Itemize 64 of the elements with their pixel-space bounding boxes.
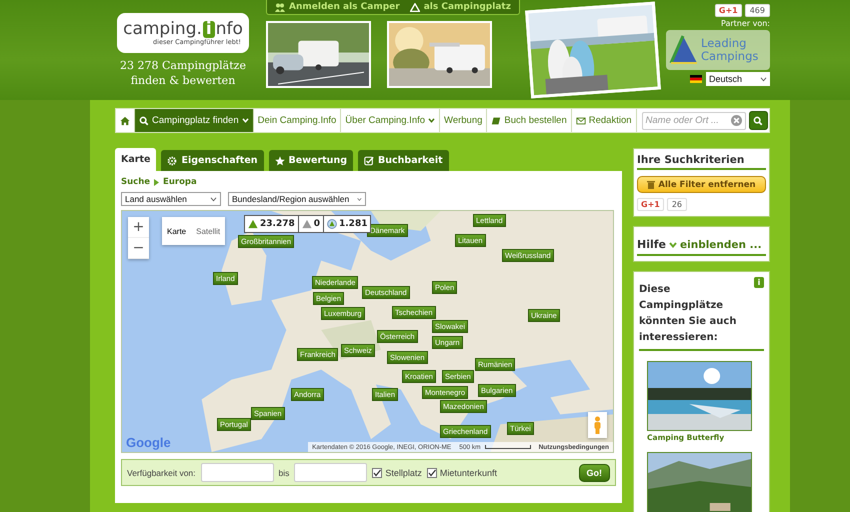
search-icon <box>139 116 149 126</box>
caret-icon <box>760 76 767 82</box>
clear-icon[interactable] <box>730 115 742 126</box>
star-icon <box>274 156 285 166</box>
nav-item[interactable]: Campingplatz finden <box>135 109 254 132</box>
separator-icon <box>154 178 160 186</box>
trash-icon <box>647 180 656 189</box>
flag-icon <box>690 75 702 83</box>
zoom-button[interactable]: − <box>128 238 149 259</box>
tent-icon <box>327 219 337 229</box>
chevron-icon <box>669 242 677 248</box>
date-field[interactable] <box>294 463 368 482</box>
google-plus-button[interactable]: G+1 <box>714 4 742 17</box>
info-badge[interactable]: i <box>754 277 764 288</box>
caret-icon <box>210 196 217 202</box>
search-button[interactable] <box>748 111 768 130</box>
partner-logo[interactable]: Leading Campings <box>666 30 770 70</box>
help-title: Hilfe <box>637 238 666 251</box>
caret-icon <box>357 196 362 202</box>
mail-icon <box>576 116 586 126</box>
login-link[interactable]: als Campingplatz <box>410 2 511 12</box>
login-link[interactable]: Anmelden als Camper <box>275 2 400 12</box>
share-count: 469 <box>744 4 770 17</box>
map-type-button[interactable]: Satellit <box>191 226 226 236</box>
google-plus-button[interactable]: G+1 <box>637 198 664 211</box>
show-help-link[interactable]: einblenden ... <box>680 238 762 250</box>
headline: 23 278 Campingplätze finden & bewerten <box>120 58 246 88</box>
tab[interactable]: Bewertung <box>268 150 354 171</box>
partner-label: Partner von: <box>720 19 770 28</box>
gear-icon <box>167 156 178 166</box>
checkbox[interactable] <box>426 468 437 478</box>
remove-filters-button[interactable]: Alle Filter entfernen <box>637 176 766 193</box>
breadcrumb-link[interactable]: Suche <box>121 177 150 187</box>
date-field[interactable] <box>200 463 274 482</box>
tent-icon <box>410 2 420 12</box>
box-title: Ihre Suchkriterien <box>637 154 766 170</box>
go-button[interactable]: Go! <box>578 464 610 482</box>
home-icon <box>120 116 130 126</box>
search-icon <box>753 116 764 126</box>
checkbox[interactable] <box>372 468 382 478</box>
map-logo: Google <box>126 435 171 450</box>
zoom-button[interactable]: + <box>128 217 149 238</box>
users-icon <box>275 2 285 12</box>
option-label: Stellplatz <box>385 468 422 478</box>
tab[interactable]: Eigenschaften <box>161 150 264 171</box>
scale-bar <box>484 445 531 449</box>
breadcrumb-link[interactable]: Europa <box>163 177 197 187</box>
option-label: Mietunterkunft <box>440 468 497 478</box>
to-label: bis <box>278 468 290 478</box>
region-select[interactable]: Bundesland/Region auswählen <box>228 192 366 206</box>
map-type-button[interactable]: Karte <box>162 226 192 236</box>
availability-label: Verfügbarkeit von: <box>127 468 196 478</box>
campsite-count: 23.278 <box>245 216 299 232</box>
language-select[interactable]: Deutsch <box>706 72 770 86</box>
checkbox-icon <box>364 156 374 166</box>
tab[interactable]: Buchbarkeit <box>358 150 449 171</box>
nav-item[interactable]: Dein Camping.Info <box>254 109 342 132</box>
tent-icon <box>302 219 312 229</box>
share-count: 26 <box>666 198 688 211</box>
tab[interactable]: Karte <box>115 148 156 171</box>
person-icon <box>593 416 602 434</box>
search-field[interactable]: Name oder Ort ... <box>642 112 746 130</box>
campsite-count: 0 <box>298 216 324 232</box>
region-select[interactable]: Land auswählen <box>121 192 221 206</box>
